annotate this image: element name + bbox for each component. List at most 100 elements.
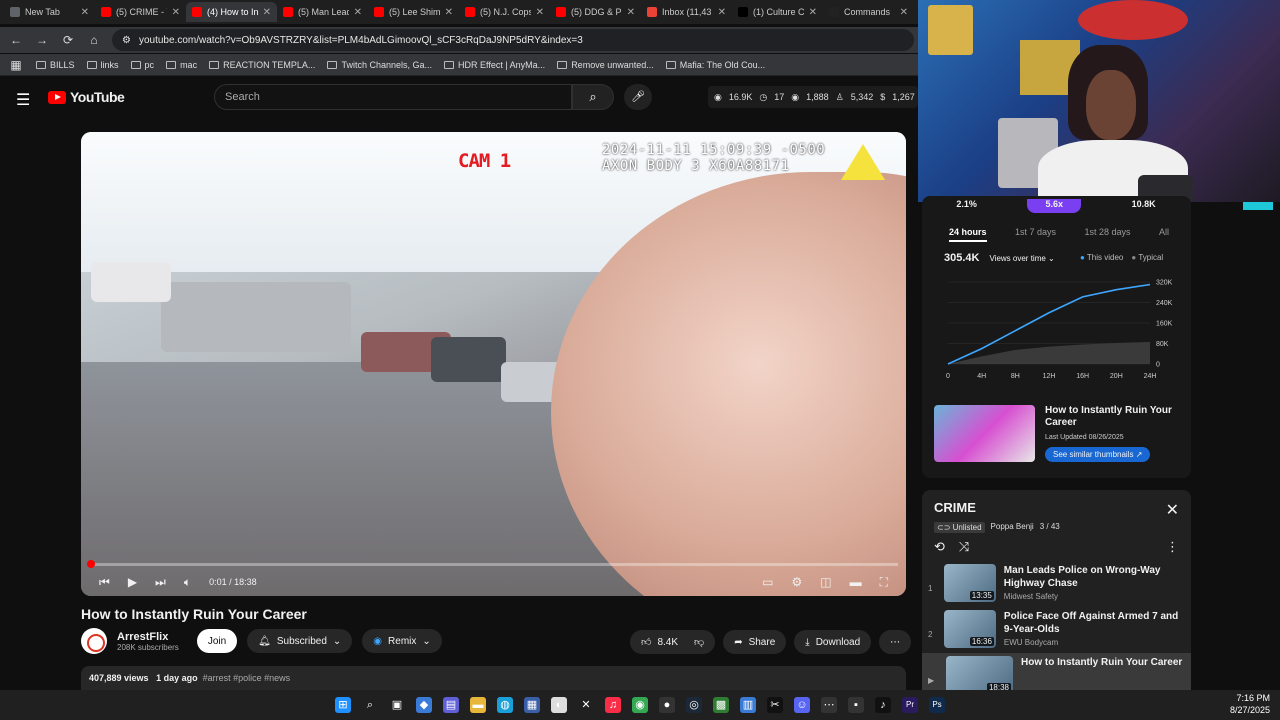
subscribed-button[interactable]: 🔔︎ Subscribed ⌄ bbox=[247, 629, 353, 653]
site-info-icon[interactable]: ⚙ bbox=[122, 35, 131, 46]
see-similar-button[interactable]: See similar thumbnails ↗ bbox=[1045, 447, 1151, 462]
app-icon[interactable]: ✕ bbox=[578, 697, 594, 713]
app-icon[interactable]: ▦ bbox=[524, 697, 540, 713]
volume-icon[interactable]: 🔈︎ bbox=[184, 575, 191, 590]
captions-icon[interactable]: ▭ bbox=[762, 575, 773, 589]
file-explorer-icon[interactable]: ▬ bbox=[470, 697, 486, 713]
address-bar[interactable]: ⚙ youtube.com/watch?v=Ob9AVSTRZRY&list=P… bbox=[112, 29, 914, 51]
discord-icon[interactable]: ☺ bbox=[794, 697, 810, 713]
playlist-item[interactable]: 1 13:35 Man Leads Police on Wrong-Way High… bbox=[922, 561, 1191, 607]
bookmark-item[interactable]: Remove unwanted... bbox=[557, 60, 654, 70]
browser-tab[interactable]: New Tab ✕ bbox=[4, 2, 95, 22]
tab-close-icon[interactable]: ✕ bbox=[627, 7, 635, 18]
browser-tab[interactable]: (5) N.J. Cops ✕ bbox=[459, 2, 550, 22]
channel-name[interactable]: ArrestFlix bbox=[117, 631, 179, 643]
browser-tab[interactable]: (5) Lee Shimmer ✕ bbox=[368, 2, 459, 22]
bookmark-item[interactable]: mac bbox=[166, 60, 197, 70]
app-icon[interactable]: ▩ bbox=[713, 697, 729, 713]
tab-close-icon[interactable]: ✕ bbox=[172, 7, 180, 18]
tab-all[interactable]: All bbox=[1159, 227, 1169, 242]
tab-first-28-days[interactable]: 1st 28 days bbox=[1084, 227, 1130, 242]
app-icon[interactable]: ▤ bbox=[443, 697, 459, 713]
obs-icon[interactable]: ● bbox=[659, 697, 675, 713]
tab-close-icon[interactable]: ✕ bbox=[81, 7, 89, 18]
shuffle-icon[interactable]: ⤨ bbox=[959, 539, 969, 555]
windows-start-icon[interactable]: ⊞ bbox=[335, 697, 351, 713]
search-icon[interactable]: ⌕ bbox=[572, 84, 614, 110]
tab-close-icon[interactable]: ✕ bbox=[263, 7, 271, 18]
bookmark-item[interactable]: pc bbox=[130, 60, 154, 70]
bookmark-item[interactable]: Twitch Channels, Ga... bbox=[327, 60, 432, 70]
bookmark-item[interactable]: Mafia: The Old Cou... bbox=[665, 60, 765, 70]
thumbs-down-icon[interactable]: 👎︎ bbox=[694, 636, 704, 648]
description-box[interactable]: 407,889 views 1 day ago #arrest #police … bbox=[81, 666, 906, 690]
browser-tab[interactable]: (1) Culture C ✕ bbox=[732, 2, 823, 22]
reload-icon[interactable]: ⟳ bbox=[60, 33, 76, 47]
steam-icon[interactable]: ◎ bbox=[686, 697, 702, 713]
fullscreen-icon[interactable]: ⛶ bbox=[880, 575, 888, 590]
browser-tab[interactable]: Inbox (11,43 ✕ bbox=[641, 2, 732, 22]
metric-dropdown[interactable]: Views over time ⌄ bbox=[989, 254, 1054, 263]
music-icon[interactable]: ♫ bbox=[605, 697, 621, 713]
settings-gear-icon[interactable]: ⚙ bbox=[791, 575, 802, 589]
tab-close-icon[interactable]: ✕ bbox=[900, 7, 908, 18]
tiktok-icon[interactable]: ♪ bbox=[875, 697, 891, 713]
bookmark-item[interactable]: links bbox=[86, 60, 119, 70]
browser-tab[interactable]: (5) CRIME - YouTube ✕ bbox=[95, 2, 186, 22]
tab-close-icon[interactable]: ✕ bbox=[718, 7, 726, 18]
tab-close-icon[interactable]: ✕ bbox=[445, 7, 453, 18]
app-icon[interactable]: ◐ bbox=[551, 697, 567, 713]
app-icon[interactable]: ⋯ bbox=[821, 697, 837, 713]
forward-icon[interactable]: → bbox=[34, 33, 50, 47]
back-icon[interactable]: ← bbox=[8, 33, 24, 47]
download-button[interactable]: ⤓ Download bbox=[794, 630, 872, 654]
like-button[interactable]: 👍︎ 8.4K 👎︎ bbox=[630, 630, 716, 654]
channel-avatar[interactable] bbox=[81, 628, 107, 654]
playlist-title[interactable]: CRIME bbox=[934, 500, 976, 520]
loop-icon[interactable]: ⟲ bbox=[934, 539, 945, 555]
remix-button[interactable]: ◉ Remix ⌄ bbox=[362, 629, 442, 653]
tab-close-icon[interactable]: ✕ bbox=[536, 7, 544, 18]
microphone-icon[interactable]: 🎤︎ bbox=[624, 84, 652, 110]
bookmark-item[interactable]: HDR Effect | AnyMa... bbox=[443, 60, 545, 70]
capcut-icon[interactable]: ✂ bbox=[767, 697, 783, 713]
tab-close-icon[interactable]: ✕ bbox=[354, 7, 362, 18]
play-icon[interactable]: ▶ bbox=[128, 575, 137, 589]
playlist-menu-icon[interactable]: ⋮ bbox=[1166, 539, 1179, 555]
similar-thumbnail[interactable] bbox=[934, 405, 1035, 462]
photoshop-icon[interactable]: Ps bbox=[929, 697, 945, 713]
search-icon[interactable]: ⌕ bbox=[362, 697, 378, 713]
browser-tab[interactable]: (5) DDG & Pl ✕ bbox=[550, 2, 641, 22]
next-icon[interactable]: ⏭ bbox=[155, 575, 166, 590]
hashtags[interactable]: #arrest #police #news bbox=[203, 673, 291, 683]
more-actions-icon[interactable]: ⋯ bbox=[879, 630, 912, 654]
youtube-logo[interactable]: YouTube bbox=[48, 89, 125, 105]
browser-tab[interactable]: (5) Man Leads Police on Wrong-Way ✕ bbox=[277, 2, 368, 22]
bookmark-item[interactable]: BILLS bbox=[36, 60, 75, 70]
previous-icon[interactable]: ⏮ bbox=[99, 575, 110, 590]
playlist-item[interactable]: 2 16:36 Police Face Off Against Armed 7 an… bbox=[922, 607, 1191, 653]
system-clock[interactable]: 7:16 PM 8/27/2025 bbox=[1230, 692, 1270, 716]
app-icon[interactable]: ▪ bbox=[848, 697, 864, 713]
apps-grid-icon[interactable]: ▦ bbox=[8, 58, 24, 72]
tab-close-icon[interactable]: ✕ bbox=[809, 7, 817, 18]
tab-first-7-days[interactable]: 1st 7 days bbox=[1015, 227, 1056, 242]
tab-24-hours[interactable]: 24 hours bbox=[949, 227, 987, 242]
hamburger-menu-icon[interactable]: ☰ bbox=[16, 90, 32, 110]
chrome-icon[interactable]: ◉ bbox=[632, 697, 648, 713]
theater-mode-icon[interactable]: ▬ bbox=[850, 575, 862, 589]
share-button[interactable]: ➦ Share bbox=[723, 630, 787, 654]
playlist-owner[interactable]: Poppa Benji bbox=[991, 522, 1034, 533]
close-icon[interactable]: ✕ bbox=[1166, 500, 1179, 520]
premiere-icon[interactable]: Pr bbox=[902, 697, 918, 713]
search-input[interactable]: Search bbox=[214, 84, 572, 110]
progress-scrubber[interactable] bbox=[87, 560, 95, 568]
miniplayer-icon[interactable]: ◫ bbox=[820, 575, 831, 589]
app-icon[interactable]: ◆ bbox=[416, 697, 432, 713]
browser-tab[interactable]: Commands ✕ bbox=[823, 2, 914, 22]
edge-icon[interactable]: ◍ bbox=[497, 697, 513, 713]
playlist-item[interactable]: ▶ 18:38 How to Instantly Ruin Your Career bbox=[922, 653, 1191, 690]
home-icon[interactable]: ⌂ bbox=[86, 33, 102, 47]
video-player[interactable]: CAM 1 2024-11-11 15:09:39 -0500 AXON BOD… bbox=[81, 132, 906, 596]
app-icon[interactable]: ▥ bbox=[740, 697, 756, 713]
